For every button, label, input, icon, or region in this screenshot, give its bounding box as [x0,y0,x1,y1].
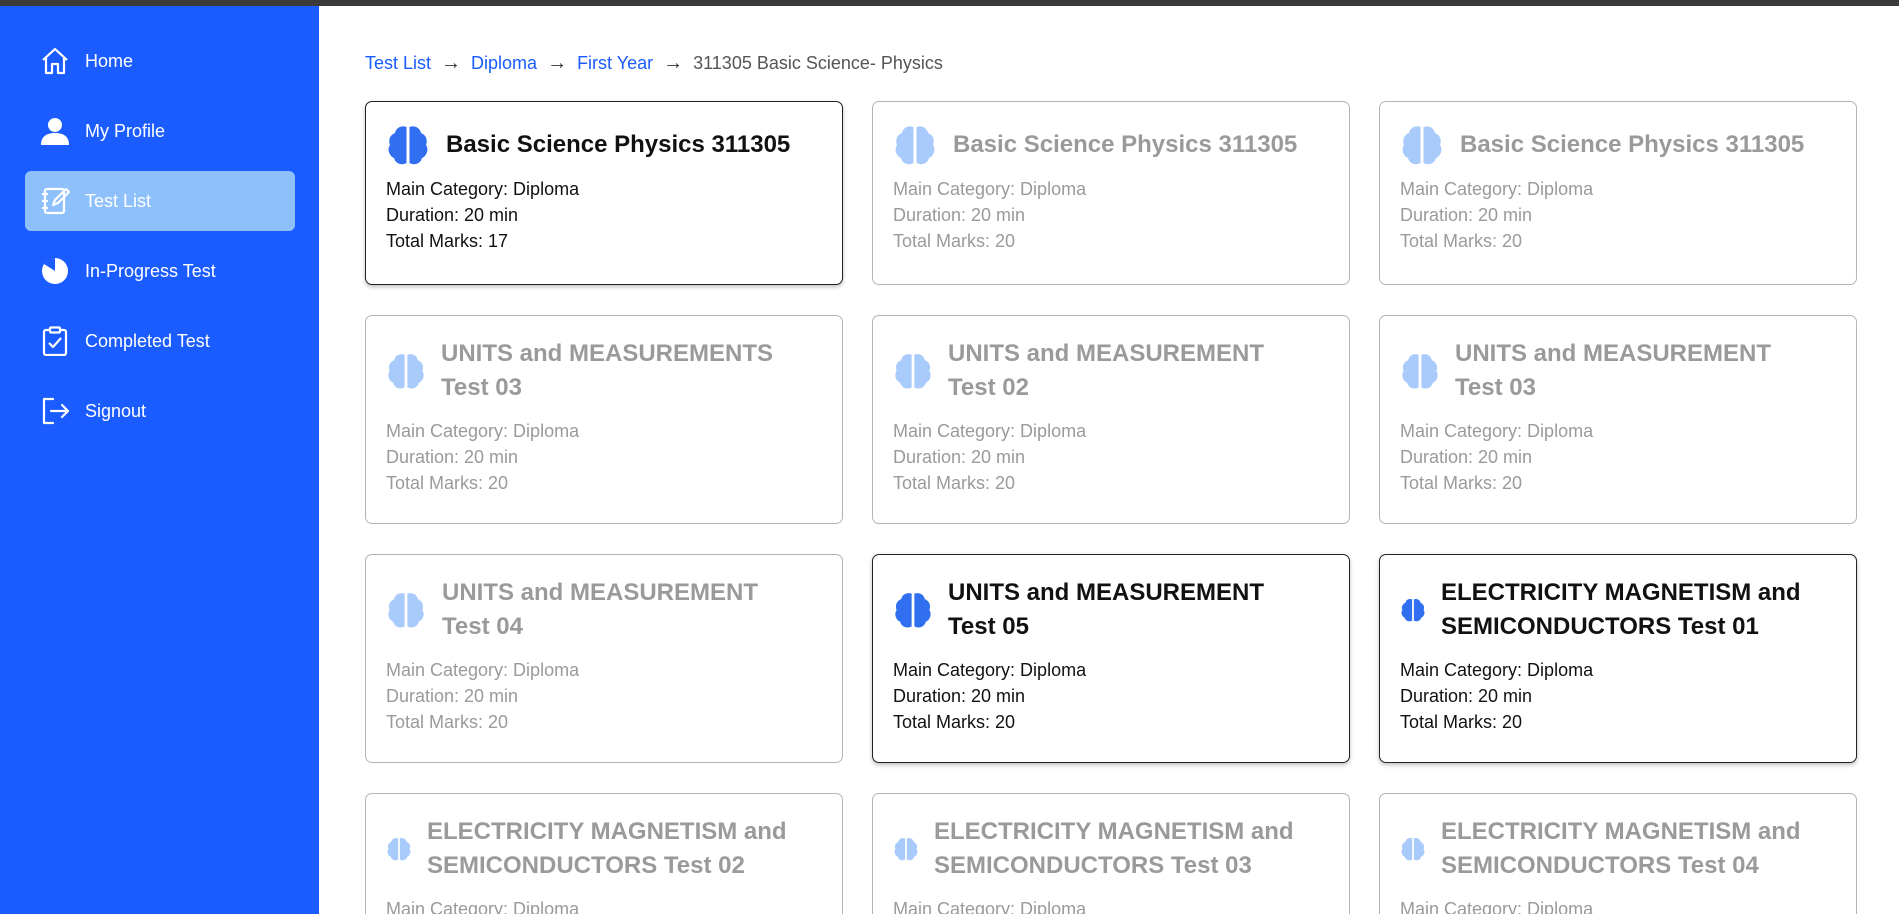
brain-icon [386,351,426,391]
brain-icon [893,351,933,391]
test-title: Basic Science Physics 311305 [1460,131,1805,158]
test-category: Main Category: Diploma [1400,899,1594,914]
sidebar-item-completed-test[interactable]: Completed Test [25,311,295,371]
test-category: Main Category: Diploma [893,899,1087,914]
test-marks: Total Marks: 20 [1400,231,1523,251]
test-card[interactable]: UNITS and MEASUREMENTS Test 03 Main Cate… [365,315,843,524]
sidebar-item-label: Home [85,50,134,71]
breadcrumb-diploma[interactable]: Diploma [471,53,537,74]
test-title: UNITS and MEASUREMENT Test 04 [442,579,759,640]
test-category: Main Category: Diploma [386,899,580,914]
breadcrumb-separator: → [663,52,684,74]
test-card[interactable]: UNITS and MEASUREMENT Test 05 Main Categ… [872,554,1350,763]
sidebar-item-label: Signout [85,400,147,421]
test-title: ELECTRICITY MAGNETISM and SEMICONDUCTORS… [1441,818,1801,879]
test-title: UNITS and MEASUREMENT Test 05 [948,579,1265,640]
pie-chart-icon [39,255,71,287]
test-duration: Duration: 20 min [893,205,1026,225]
sidebar-item-label: Completed Test [85,330,210,351]
clipboard-check-icon [39,325,71,357]
test-category: Main Category: Diploma [893,660,1087,680]
test-marks: Total Marks: 17 [386,231,509,251]
test-title: UNITS and MEASUREMENT Test 02 [948,340,1265,401]
test-category: Main Category: Diploma [1400,179,1594,199]
test-category: Main Category: Diploma [1400,421,1594,441]
test-card[interactable]: ELECTRICITY MAGNETISM and SEMICONDUCTORS… [1379,793,1857,914]
sidebar-item-home[interactable]: Home [25,31,295,91]
test-duration: Duration: 20 min [893,686,1026,706]
breadcrumb-test-list[interactable]: Test List [365,53,431,74]
home-icon [39,45,71,77]
notebook-edit-icon [39,185,71,217]
test-card[interactable]: UNITS and MEASUREMENT Test 03 Main Categ… [1379,315,1857,524]
test-card[interactable]: Basic Science Physics 311305 Main Catego… [872,101,1350,285]
test-category: Main Category: Diploma [893,421,1087,441]
sidebar-item-test-list[interactable]: Test List [25,171,295,231]
test-marks: Total Marks: 20 [893,473,1016,493]
test-category: Main Category: Diploma [1400,660,1594,680]
breadcrumb-first-year[interactable]: First Year [577,53,653,74]
breadcrumb: Test List → Diploma → First Year → 31130… [365,52,943,75]
brain-icon [893,123,937,167]
test-category: Main Category: Diploma [386,660,580,680]
breadcrumb-separator: → [547,52,568,74]
user-icon [39,115,71,147]
test-card[interactable]: Basic Science Physics 311305 Main Catego… [365,101,843,285]
test-duration: Duration: 20 min [1400,205,1533,225]
brain-icon [893,836,919,862]
brain-icon [386,123,430,167]
test-marks: Total Marks: 20 [893,712,1016,732]
test-card[interactable]: ELECTRICITY MAGNETISM and SEMICONDUCTORS… [1379,554,1857,763]
test-duration: Duration: 20 min [1400,447,1533,467]
test-category: Main Category: Diploma [386,179,580,199]
breadcrumb-current: 311305 Basic Science- Physics [693,53,943,73]
test-duration: Duration: 20 min [1400,686,1533,706]
brain-icon [1400,123,1444,167]
brain-icon [386,590,426,630]
brain-icon [1400,836,1426,862]
sidebar-item-in-progress-test[interactable]: In-Progress Test [25,241,295,301]
sidebar-item-signout[interactable]: Signout [25,381,295,441]
test-duration: Duration: 20 min [386,447,519,467]
test-marks: Total Marks: 20 [386,712,509,732]
sidebar-item-label: My Profile [85,120,166,141]
brain-icon [386,836,412,862]
test-marks: Total Marks: 20 [386,473,509,493]
test-marks: Total Marks: 20 [893,231,1016,251]
test-marks: Total Marks: 20 [1400,473,1523,493]
test-duration: Duration: 20 min [893,447,1026,467]
test-card[interactable]: ELECTRICITY MAGNETISM and SEMICONDUCTORS… [872,793,1350,914]
test-category: Main Category: Diploma [893,179,1087,199]
test-card[interactable]: Basic Science Physics 311305 Main Catego… [1379,101,1857,285]
test-marks: Total Marks: 20 [1400,712,1523,732]
test-title: Basic Science Physics 311305 [446,131,791,158]
sidebar: Home My Profile Test List In-Progress Te… [0,6,319,914]
breadcrumb-separator: → [441,52,462,74]
test-card[interactable]: UNITS and MEASUREMENT Test 04 Main Categ… [365,554,843,763]
sidebar-item-label: In-Progress Test [85,260,216,281]
test-category: Main Category: Diploma [386,421,580,441]
test-title: ELECTRICITY MAGNETISM and SEMICONDUCTORS… [427,818,787,879]
test-duration: Duration: 20 min [386,686,519,706]
test-card[interactable]: ELECTRICITY MAGNETISM and SEMICONDUCTORS… [365,793,843,914]
test-title: UNITS and MEASUREMENTS Test 03 [441,340,774,401]
brain-icon [1400,351,1440,391]
brain-icon [893,590,933,630]
test-duration: Duration: 20 min [386,205,519,225]
top-border [0,0,1899,6]
brain-icon [1400,597,1426,623]
test-card[interactable]: UNITS and MEASUREMENT Test 02 Main Categ… [872,315,1350,524]
test-title: Basic Science Physics 311305 [953,131,1298,158]
sidebar-item-label: Test List [85,190,152,211]
sidebar-item-my-profile[interactable]: My Profile [25,101,295,161]
test-title: ELECTRICITY MAGNETISM and SEMICONDUCTORS… [1441,579,1801,640]
test-title: UNITS and MEASUREMENT Test 03 [1455,340,1772,401]
test-title: ELECTRICITY MAGNETISM and SEMICONDUCTORS… [934,818,1294,879]
logout-icon [39,395,71,427]
